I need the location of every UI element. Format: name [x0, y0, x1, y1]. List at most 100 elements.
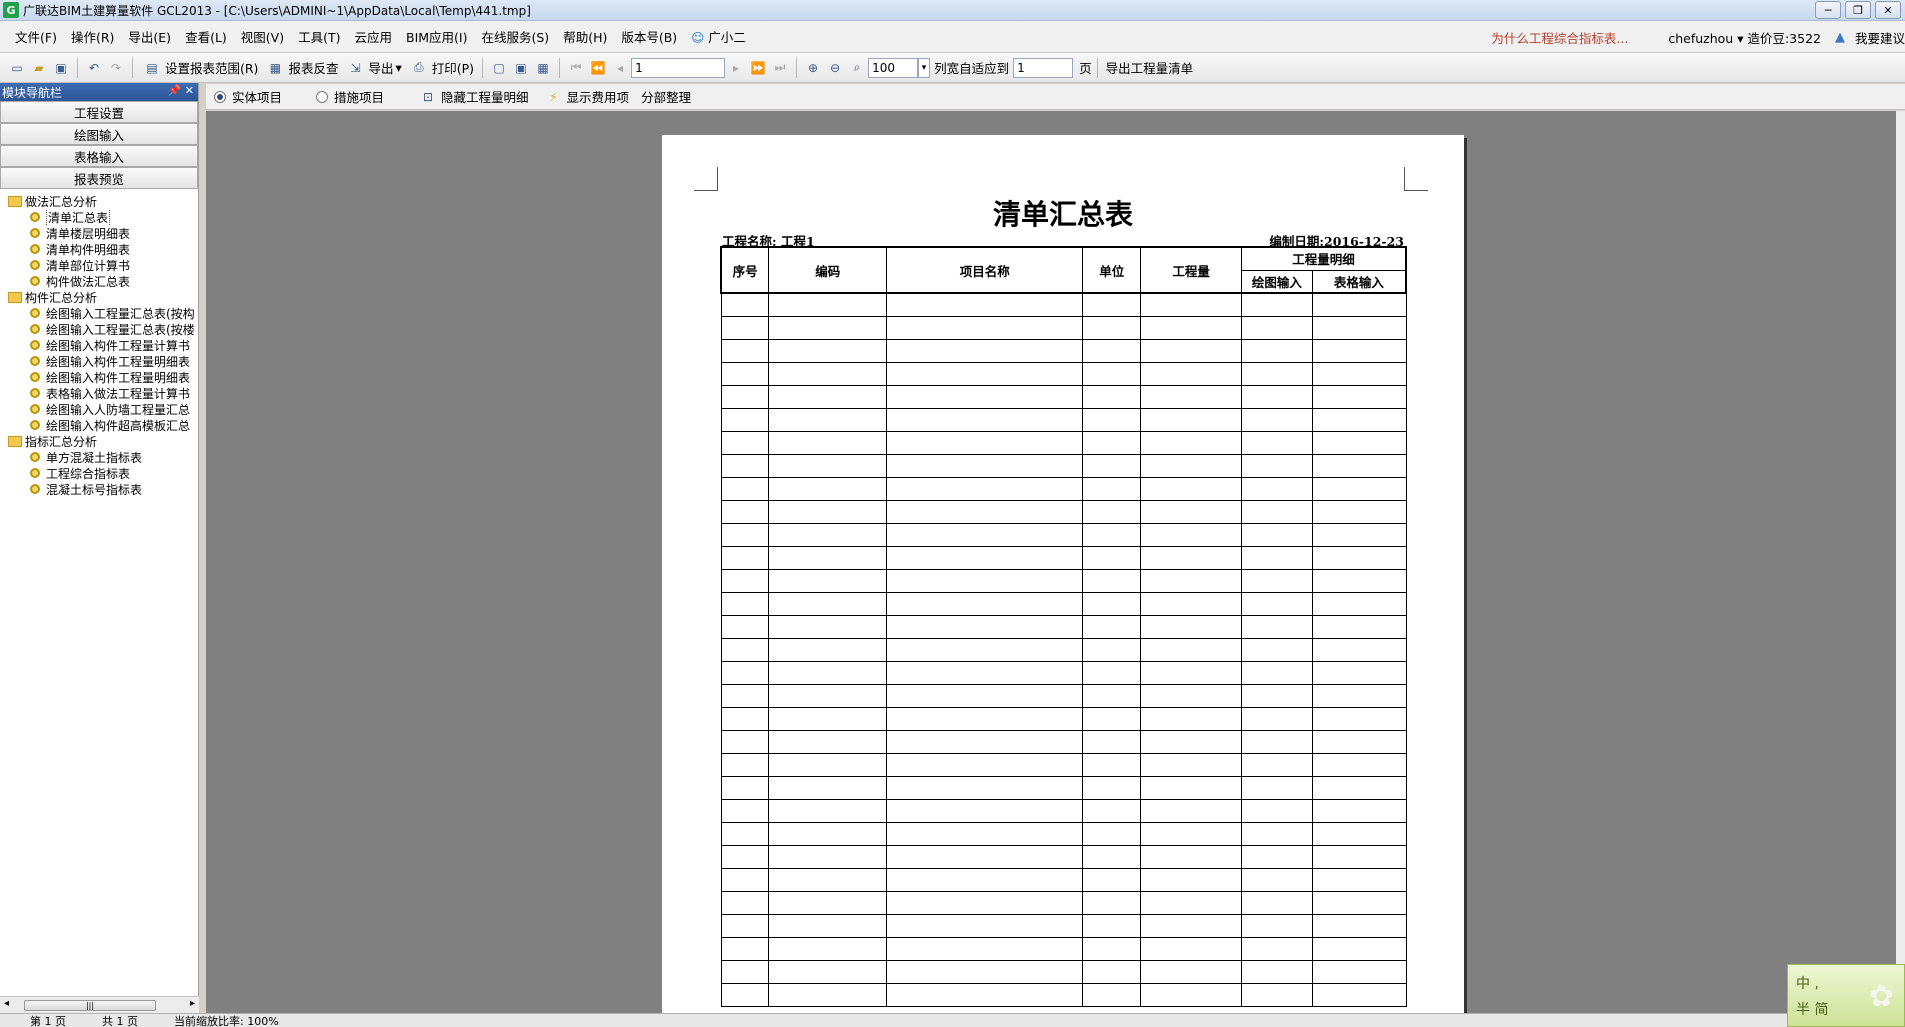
- menu-tools[interactable]: 工具(T): [291, 27, 347, 46]
- tree-group[interactable]: 做法汇总分析: [0, 193, 198, 209]
- new-file-icon[interactable]: ▭: [9, 60, 25, 76]
- pin-icon[interactable]: 📌: [168, 84, 182, 97]
- fit-page-icon[interactable]: ▣: [513, 60, 529, 76]
- tree-item[interactable]: 清单楼层明细表: [0, 225, 198, 241]
- menu-help[interactable]: 帮助(H): [556, 27, 614, 46]
- suggest-link[interactable]: 我要建议: [1855, 28, 1905, 47]
- tree-item[interactable]: 构件做法汇总表: [0, 273, 198, 289]
- viewer-vertical-scrollbar[interactable]: [1896, 111, 1905, 1013]
- scroll-right-icon[interactable]: ▸: [190, 998, 195, 1009]
- table-cell: [720, 384, 770, 409]
- minimize-icon[interactable]: ─: [1815, 1, 1841, 19]
- question-link[interactable]: 为什么工程综合指标表...: [1491, 28, 1628, 47]
- tree-item[interactable]: 绘图输入人防墙工程量汇总: [0, 401, 198, 417]
- next-fast-icon[interactable]: ⏩: [750, 60, 766, 76]
- radio-entity[interactable]: 实体项目: [214, 87, 282, 106]
- ime-line-2: 半 简: [1796, 1002, 1829, 1018]
- single-page-icon[interactable]: ▢: [491, 60, 507, 76]
- close-icon[interactable]: ✕: [185, 84, 194, 97]
- radio-measure[interactable]: 措施项目: [316, 87, 384, 106]
- tree-item[interactable]: 清单汇总表: [0, 209, 198, 225]
- zoom-input[interactable]: 100: [868, 57, 919, 78]
- menu-online[interactable]: 在线服务(S): [475, 27, 557, 46]
- menu-assistant[interactable]: ☺ 广小二: [684, 27, 753, 46]
- report-viewer[interactable]: 清单汇总表 工程名称: 工程1 编制日期:2016-12-23 序号 编码 项目…: [206, 111, 1896, 1015]
- ime-line-1: 中 ,: [1796, 976, 1819, 992]
- tree-item[interactable]: 绘图输入工程量汇总表(按楼: [0, 321, 198, 337]
- table-cell: [720, 430, 770, 455]
- table-cell: [1082, 453, 1142, 478]
- table-cell: [1082, 913, 1142, 938]
- close-icon[interactable]: ✕: [1875, 1, 1901, 19]
- nav-drawing-input[interactable]: 绘图输入: [0, 123, 198, 145]
- table-cell: [886, 913, 1084, 938]
- menu-operate[interactable]: 操作(R): [64, 27, 121, 46]
- tree-group[interactable]: 构件汇总分析: [0, 289, 198, 305]
- tree-item[interactable]: 表格输入做法工程量计算书: [0, 385, 198, 401]
- menu-version[interactable]: 版本号(B): [614, 27, 684, 46]
- menu-window[interactable]: 视图(V): [234, 27, 291, 46]
- user-menu[interactable]: chefuzhou ▾ 造价豆:3522: [1668, 28, 1821, 47]
- menu-export[interactable]: 导出(E): [121, 27, 178, 46]
- table-row: [720, 775, 1407, 800]
- tree-item[interactable]: 工程综合指标表: [0, 465, 198, 481]
- radio-measure-label: 措施项目: [334, 90, 385, 105]
- tree-item[interactable]: 清单构件明细表: [0, 241, 198, 257]
- print-button[interactable]: ⎙ 打印(P): [405, 58, 477, 77]
- magnifier-icon[interactable]: ⌕: [849, 60, 865, 76]
- table-cell: [1082, 660, 1142, 685]
- zoom-dropdown-icon[interactable]: ▾: [918, 57, 931, 78]
- tree-item[interactable]: 绘图输入构件工程量明细表: [0, 369, 198, 385]
- table-cell: [720, 752, 770, 777]
- multi-page-icon[interactable]: ▦: [535, 60, 551, 76]
- table-cell: [768, 407, 888, 432]
- tree-item[interactable]: 单方混凝土指标表: [0, 449, 198, 465]
- next-page-icon[interactable]: ▸: [728, 60, 744, 76]
- menu-cloud[interactable]: 云应用: [347, 27, 399, 46]
- nav-horizontal-scrollbar[interactable]: ◂ ||| ▸: [0, 996, 199, 1013]
- last-page-icon[interactable]: ⏭: [772, 60, 788, 76]
- export-button[interactable]: ⇲ 导出 ▾: [341, 58, 404, 77]
- table-cell: [1082, 338, 1142, 363]
- export-list-button[interactable]: 导出工程量清单: [1103, 58, 1197, 77]
- nav-table-input[interactable]: 表格输入: [0, 145, 198, 167]
- restore-icon[interactable]: ❐: [1845, 1, 1871, 19]
- undo-icon[interactable]: ↶: [86, 60, 102, 76]
- tree-item[interactable]: 绘图输入工程量汇总表(按构: [0, 305, 198, 321]
- menu-file[interactable]: 文件(F): [8, 27, 64, 46]
- redo-icon[interactable]: ↷: [108, 60, 124, 76]
- menu-bim[interactable]: BIM应用(I): [399, 27, 475, 46]
- zoom-in-icon[interactable]: ⊕: [805, 60, 821, 76]
- prev-page-icon[interactable]: ◂: [612, 60, 628, 76]
- tree-item[interactable]: 混凝土标号指标表: [0, 481, 198, 497]
- open-folder-icon[interactable]: ▰: [31, 60, 47, 76]
- table-cell: [886, 752, 1084, 777]
- tree-group[interactable]: 指标汇总分析: [0, 433, 198, 449]
- table-cell: [1240, 614, 1313, 639]
- show-fee-button[interactable]: ⚡ 显示费用项: [540, 87, 633, 106]
- first-page-icon[interactable]: ⏮: [568, 60, 584, 76]
- prev-fast-icon[interactable]: ⏪: [590, 60, 606, 76]
- nav-report-preview[interactable]: 报表预览: [0, 167, 198, 189]
- scroll-thumb[interactable]: |||: [24, 1000, 156, 1011]
- zoom-out-icon[interactable]: ⊖: [827, 60, 843, 76]
- menu-view[interactable]: 查看(L): [178, 27, 234, 46]
- ime-status-widget[interactable]: 中 , 半 简 ✿: [1787, 964, 1905, 1027]
- table-cell: [886, 683, 1084, 708]
- tree-item[interactable]: 绘图输入构件工程量明细表: [0, 353, 198, 369]
- table-cell: [1140, 798, 1242, 823]
- table-cell: [1240, 867, 1313, 892]
- tree-item[interactable]: 清单部位计算书: [0, 257, 198, 273]
- page-number-input[interactable]: 1: [631, 57, 726, 78]
- set-range-button[interactable]: ▤ 设置报表范围(R): [138, 58, 261, 77]
- nav-project-settings[interactable]: 工程设置: [0, 101, 198, 123]
- scroll-left-icon[interactable]: ◂: [4, 998, 9, 1009]
- bell-icon[interactable]: ▲: [1835, 30, 1845, 45]
- tree-item[interactable]: 绘图输入构件工程量计算书: [0, 337, 198, 353]
- hide-detail-button[interactable]: ⊡ 隐藏工程量明细: [414, 87, 532, 106]
- fit-width-input[interactable]: 1: [1013, 57, 1074, 78]
- section-sort-button[interactable]: 分部整理: [638, 87, 694, 106]
- report-check-button[interactable]: ▦ 报表反查: [261, 58, 341, 77]
- tree-item[interactable]: 绘图输入构件超高模板汇总: [0, 417, 198, 433]
- save-icon[interactable]: ▣: [53, 60, 69, 76]
